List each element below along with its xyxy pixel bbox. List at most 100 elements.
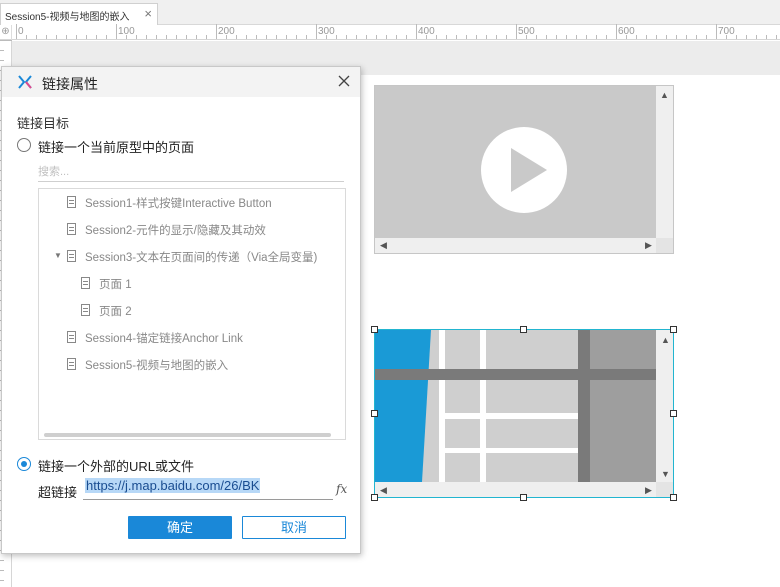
resize-handle-se[interactable] [670,494,677,501]
close-icon[interactable]: × [144,7,152,20]
video-widget[interactable]: ▲ ◀ ▶ [374,85,674,254]
ruler-tick [246,35,247,39]
ruler-tick [266,35,267,39]
scroll-down-icon[interactable]: ▼ [661,470,670,479]
scroll-right-icon[interactable]: ▶ [645,486,652,495]
radio-link-url-label[interactable]: 链接一个外部的URL或文件 [38,456,194,475]
ruler-tick [456,35,457,39]
link-target-label: 链接目标 [17,116,70,131]
radio-link-page[interactable] [17,138,31,152]
radio-link-page-label[interactable]: 链接一个当前原型中的页面 [38,137,194,156]
ruler-tick [706,35,707,39]
tab-session5[interactable]: Session5-视频与地图的嵌入 × [0,3,158,25]
fx-icon[interactable]: fx [336,482,347,496]
page-icon [67,196,76,208]
map-water [375,330,431,482]
ruler-tick [346,35,347,39]
ruler-tick [566,35,567,39]
ruler-tick [376,35,377,39]
ruler-tick [746,35,747,39]
close-icon[interactable] [336,73,352,89]
ruler-tick [276,35,277,39]
ruler-tick [586,35,587,39]
ruler-tick [336,35,337,39]
search-input[interactable] [38,163,344,182]
resize-handle-s[interactable] [520,494,527,501]
ruler-tick [756,35,757,39]
ruler-tick [156,35,157,39]
ruler-label: 400 [418,26,435,37]
ruler-tick [496,35,497,39]
ruler-tick [76,35,77,39]
dialog-header: 链接属性 [2,67,360,97]
ruler-tick [16,24,17,39]
scroll-up-icon[interactable]: ▲ [660,91,669,100]
ruler-tick [636,35,637,39]
ruler-tick [696,35,697,39]
ruler-label: 300 [318,26,335,37]
ruler-tick [86,35,87,39]
resize-handle-ne[interactable] [670,326,677,333]
play-icon [481,127,567,213]
ruler-tick [236,35,237,39]
ruler-tick [556,35,557,39]
tab-bar: Session5-视频与地图的嵌入 × [0,0,780,25]
page-icon [81,277,90,289]
ruler-tick [486,35,487,39]
page-icon [67,358,76,370]
url-input-value: https://j.map.baidu.com/26/BK [85,478,261,493]
ruler-tick [386,35,387,39]
map-graphic [375,330,673,497]
ruler-tick [286,35,287,39]
radio-link-url[interactable] [17,457,31,471]
scroll-right-icon[interactable]: ▶ [645,241,652,250]
dialog-title: 链接属性 [42,76,98,92]
scroll-up-icon[interactable]: ▲ [661,336,670,345]
map-widget[interactable]: ▲ ▼ ◀ ▶ [374,329,674,498]
ruler-tick [716,24,717,39]
ruler-label: 500 [518,26,535,37]
url-input[interactable]: https://j.map.baidu.com/26/BK [83,478,333,500]
chevron-down-icon[interactable]: ▼ [54,251,62,260]
ruler-tick [0,570,4,571]
ruler-tick [406,35,407,39]
resize-handle-sw[interactable] [371,494,378,501]
ruler-tick [766,35,767,39]
ruler-tick [46,35,47,39]
resize-handle-nw[interactable] [371,326,378,333]
ruler-tick [616,24,617,39]
ruler-tick [0,40,12,41]
ruler-tick [356,35,357,39]
ruler-tick [446,35,447,39]
ruler-label: 200 [218,26,235,37]
ruler-tick [606,35,607,39]
link-properties-dialog: 链接属性 链接目标 链接一个当前原型中的页面 Session1-样式按键Inte… [1,66,361,554]
ruler-tick [186,35,187,39]
ruler-tick [116,24,117,39]
ruler-origin-icon: ⊕ [0,25,12,40]
ruler-tick [306,35,307,39]
video-horizontal-scrollbar[interactable]: ◀ ▶ [375,238,656,253]
scroll-left-icon[interactable]: ◀ [380,241,387,250]
tab-title: Session5-视频与地图的嵌入 [5,12,130,23]
ruler-tick [776,35,777,39]
ruler-tick [316,24,317,39]
ruler-label: 100 [118,26,135,37]
ruler-tick [256,35,257,39]
ruler-label: 0 [18,26,24,37]
ruler-tick [0,580,4,581]
resize-handle-w[interactable] [371,410,378,417]
ok-button[interactable]: 确定 [128,516,232,539]
ruler-tick [366,35,367,39]
resize-handle-e[interactable] [670,410,677,417]
page-tree[interactable]: Session1-样式按键Interactive Button Session2… [38,188,346,440]
resize-handle-n[interactable] [520,326,527,333]
scroll-left-icon[interactable]: ◀ [380,486,387,495]
video-vertical-scrollbar[interactable]: ▲ [656,86,673,238]
cancel-button[interactable]: 取消 [242,516,346,539]
ruler-tick [96,35,97,39]
ruler-tick [176,35,177,39]
tree-horizontal-scrollbar[interactable] [44,433,331,437]
ruler-tick [106,35,107,39]
ruler-tick [56,35,57,39]
